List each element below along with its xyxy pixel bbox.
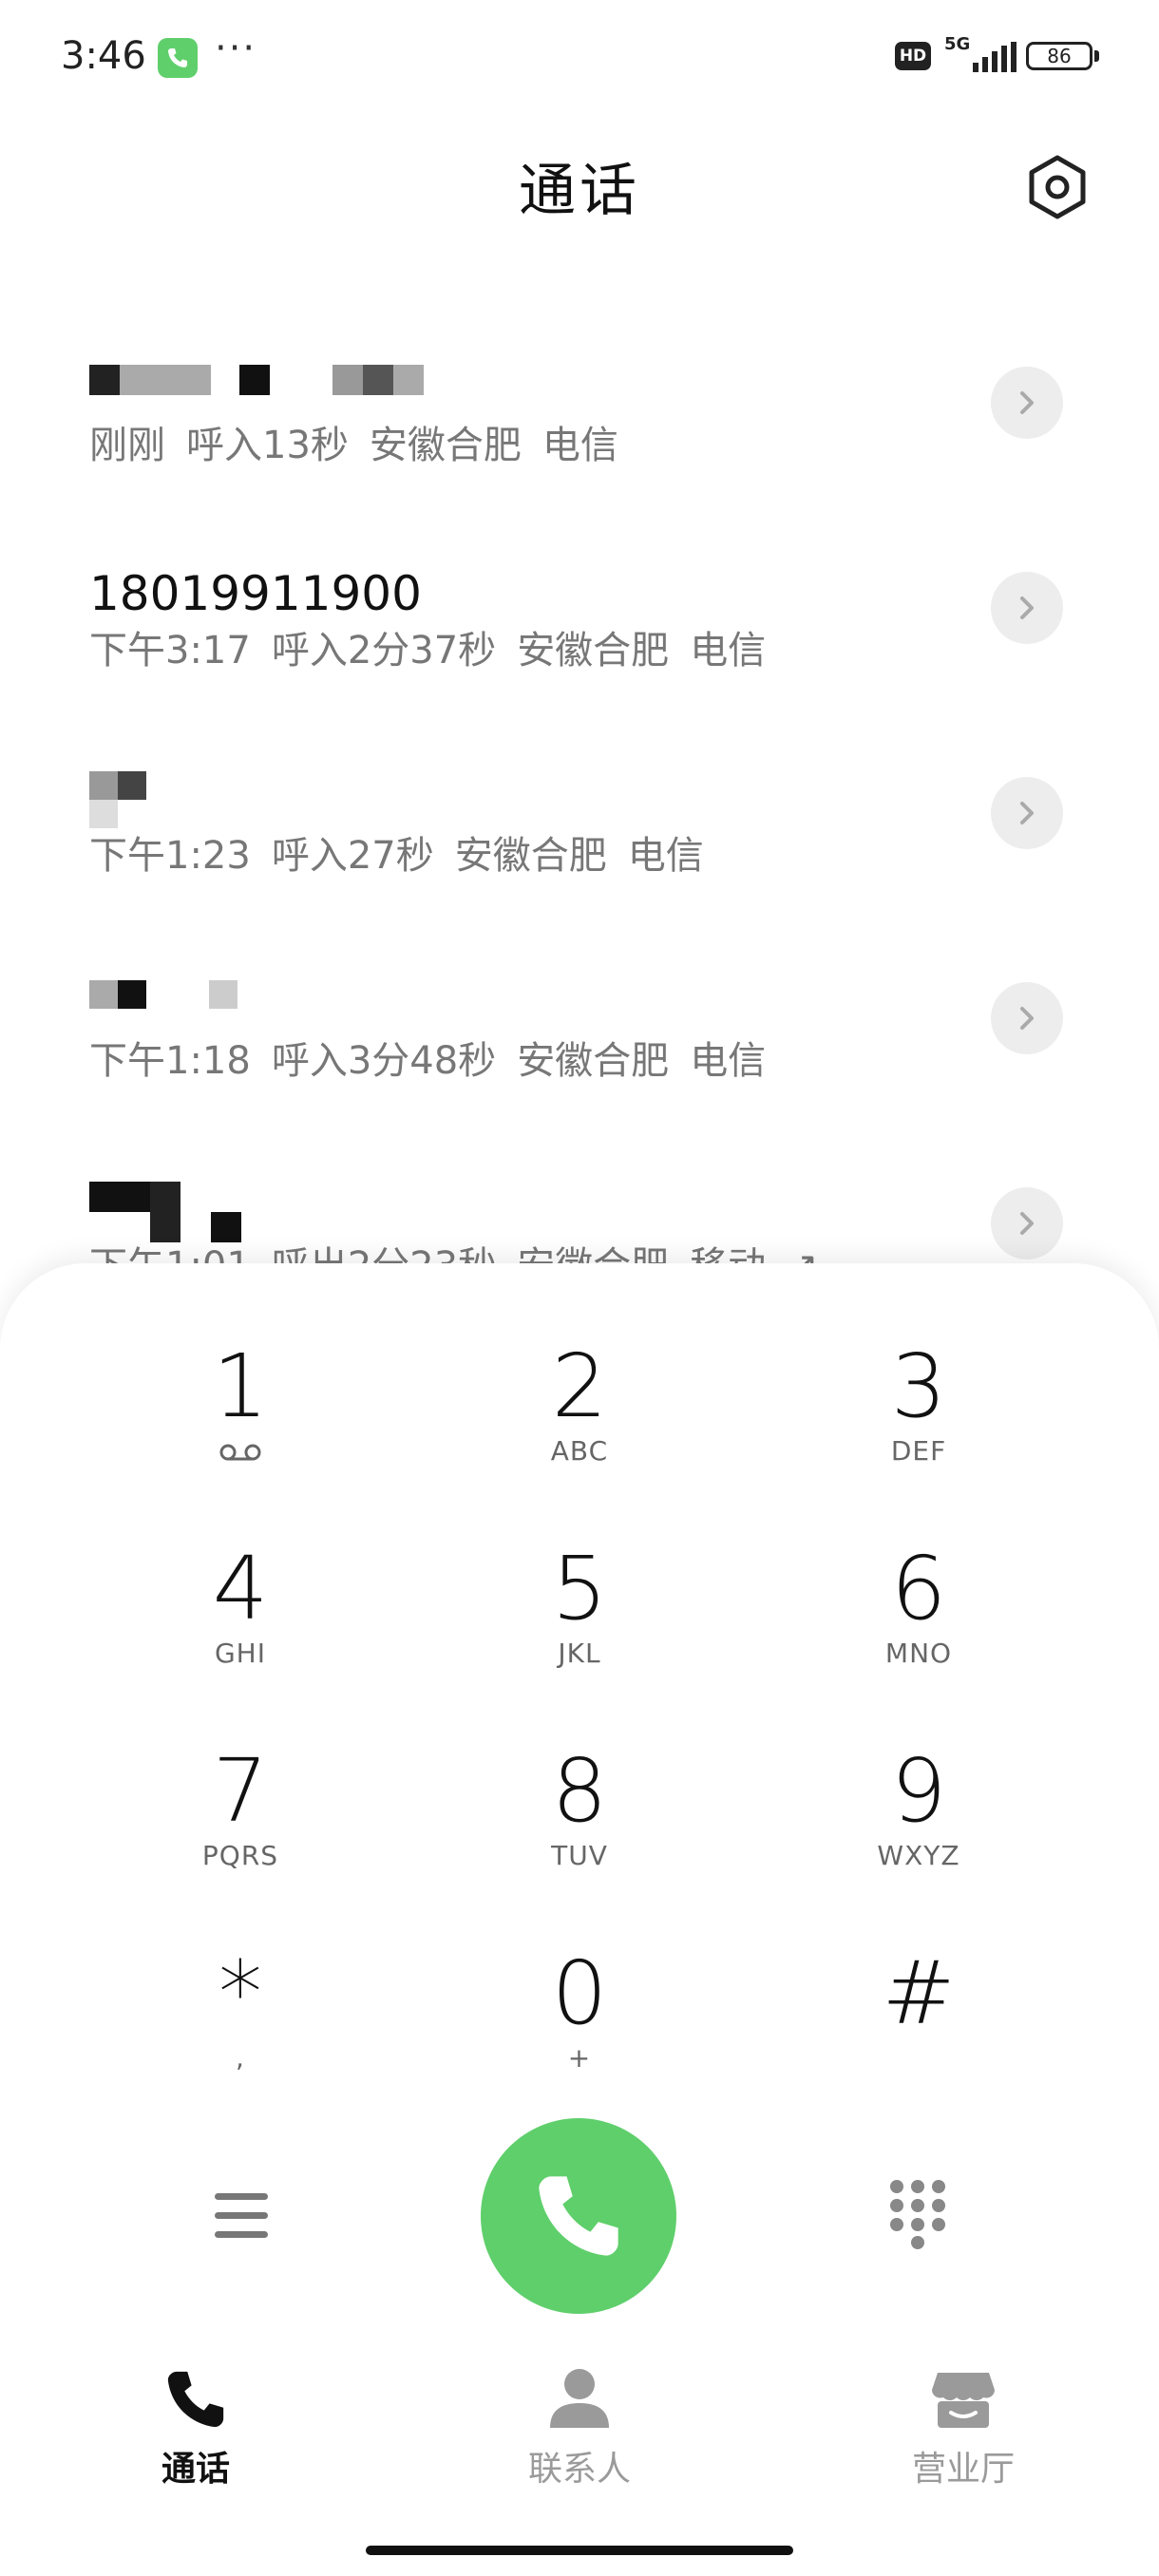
call-carrier: 电信 [542,424,618,467]
call-time: 下午1:23 [89,834,251,878]
key-digit: 5 [551,1538,608,1639]
call-details-button[interactable] [991,367,1063,439]
key-digit: * [218,1942,262,2044]
call-details-button[interactable] [991,572,1063,644]
call-type: 呼入13秒 [186,424,349,467]
key-0[interactable]: 0 + [437,1941,722,2122]
key-letters: TUV [551,1840,608,1871]
call-button[interactable] [481,2118,676,2314]
key-1[interactable]: 1 [98,1335,383,1515]
call-carrier: 电信 [690,629,767,672]
key-hash[interactable]: # [776,1941,1061,2122]
redacted-name [89,980,251,1013]
call-meta: 下午1:23 呼入27秒 安徽合肥 电信 [89,824,725,880]
call-location: 安徽合肥 [517,1039,670,1083]
key-digit: 3 [890,1335,947,1437]
phone-icon [167,2371,224,2428]
call-meta: 刚刚 呼入13秒 安徽合肥 电信 [89,414,639,469]
phone-notification-icon [158,38,198,78]
call-location: 安徽合肥 [454,834,607,878]
voicemail-icon [219,1444,261,1461]
key-letters: , [236,2042,245,2074]
phone-icon [539,2176,618,2256]
key-letters: + [567,2042,592,2074]
call-log-item[interactable]: 下午1:18 呼入3分48秒 安徽合肥 电信 [0,976,1159,1182]
call-log-item[interactable]: 18019911900 下午3:17 呼入2分37秒 安徽合肥 电信 [0,566,1159,771]
dialpad-icon[interactable] [887,2179,948,2249]
key-letters: ABC [550,1435,609,1467]
redacted-name [89,365,431,397]
key-4[interactable]: 4 GHI [98,1537,383,1717]
key-digit: 4 [212,1538,269,1639]
call-time: 下午3:17 [89,629,251,672]
key-star[interactable]: * , [98,1941,383,2122]
key-letters: WXYZ [877,1840,960,1871]
call-details-button[interactable] [991,982,1063,1054]
more-notifications-icon: ··· [215,27,257,70]
network-type: 5G [944,34,971,54]
key-digit: 8 [551,1740,608,1842]
nav-label: 通话 [161,2450,230,2489]
status-bar: 3:46 ··· HD 5G 86 [0,0,1159,114]
battery-cap [1094,50,1099,62]
key-digit: 0 [551,1942,608,2044]
nav-tab-calls[interactable]: 通话 [82,2363,310,2491]
hd-voice-icon: HD [895,42,931,70]
call-type: 呼入2分37秒 [271,629,497,672]
key-digit: 7 [212,1740,269,1842]
key-7[interactable]: 7 PQRS [98,1739,383,1920]
key-letters: GHI [214,1638,266,1669]
call-details-button[interactable] [991,777,1063,849]
home-indicator[interactable] [366,2546,793,2555]
call-log-item[interactable]: 下午1:23 呼入27秒 安徽合肥 电信 [0,771,1159,976]
key-digit: 2 [551,1335,608,1437]
battery-icon: 86 [1026,42,1092,70]
key-letters: PQRS [201,1840,279,1871]
call-time: 刚刚 [89,424,165,467]
key-8[interactable]: 8 TUV [437,1739,722,1920]
page-title: 通话 [519,158,640,224]
nav-label: 联系人 [527,2450,631,2489]
call-type: 呼入27秒 [271,834,434,878]
key-letters: DEF [890,1435,947,1467]
call-log-item[interactable]: 刚刚 呼入13秒 安徽合肥 电信 [0,361,1159,566]
settings-gear-icon[interactable] [1024,154,1091,220]
menu-icon[interactable] [211,2189,272,2243]
key-digit: # [882,1942,956,2044]
key-5[interactable]: 5 JKL [437,1537,722,1717]
key-digit: 9 [890,1740,947,1842]
key-letters: JKL [558,1638,601,1669]
person-icon [550,2369,609,2428]
chevron-right-icon [1020,802,1034,824]
chevron-right-icon [1020,1007,1034,1030]
key-digit: 1 [212,1335,269,1437]
chevron-right-icon [1020,597,1034,619]
contact-name: 18019911900 [89,566,422,621]
nav-tab-store[interactable]: 营业厅 [849,2363,1077,2491]
call-location: 安徽合肥 [517,629,670,672]
call-meta: 下午1:18 呼入3分48秒 安徽合肥 电信 [89,1030,787,1085]
store-icon [932,2373,995,2428]
call-carrier: 电信 [627,834,704,878]
call-meta: 下午3:17 呼入2分37秒 安徽合肥 电信 [89,619,787,674]
call-type: 呼入3分48秒 [271,1039,497,1083]
nav-label: 营业厅 [911,2450,1015,2489]
nav-tab-contacts[interactable]: 联系人 [466,2363,694,2491]
key-9[interactable]: 9 WXYZ [776,1739,1061,1920]
key-2[interactable]: 2 ABC [437,1335,722,1515]
key-6[interactable]: 6 MNO [776,1537,1061,1717]
call-location: 安徽合肥 [369,424,522,467]
call-details-button[interactable] [991,1187,1063,1260]
chevron-right-icon [1020,391,1034,414]
chevron-right-icon [1020,1212,1034,1235]
call-time: 下午1:18 [89,1039,251,1083]
key-digit: 6 [890,1538,947,1639]
call-carrier: 电信 [690,1039,767,1083]
status-time: 3:46 [61,34,146,78]
key-3[interactable]: 3 DEF [776,1335,1061,1515]
signal-icon [973,42,1016,72]
key-letters: MNO [884,1638,953,1669]
